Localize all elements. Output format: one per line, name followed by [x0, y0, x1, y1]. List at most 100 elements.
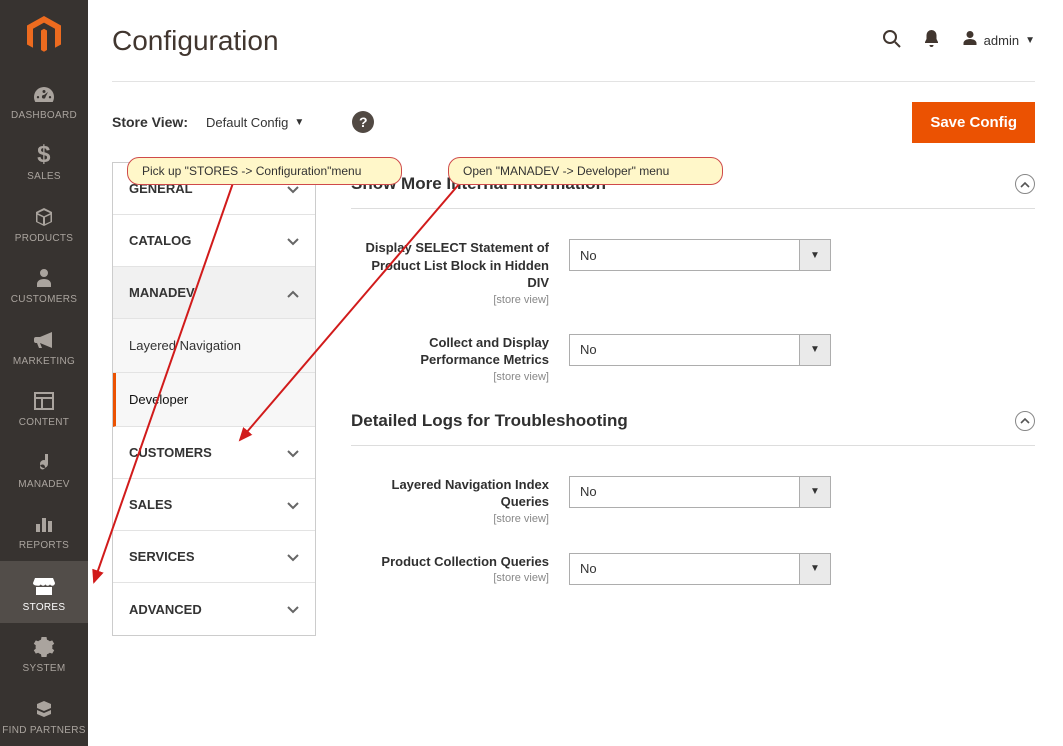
nav-label: FIND PARTNERS — [2, 725, 86, 736]
nav-label: DASHBOARD — [11, 110, 77, 121]
field-scope: [store view] — [351, 513, 549, 525]
user-label: admin — [984, 33, 1019, 48]
help-icon[interactable]: ? — [352, 111, 374, 133]
tab-label: CUSTOMERS — [129, 445, 212, 460]
chevron-down-icon — [287, 497, 299, 513]
field-select[interactable]: No ▼ — [569, 476, 831, 508]
storeview-bar: Store View: Default Config ▼ ? Save Conf… — [112, 82, 1035, 162]
nav-dashboard[interactable]: DASHBOARD — [0, 69, 88, 131]
layout-icon — [33, 387, 55, 415]
config-sub-layered-navigation[interactable]: Layered Navigation — [113, 319, 315, 373]
field-scope: [store view] — [351, 572, 549, 584]
field-display-select-statement: Display SELECT Statement of Product List… — [351, 239, 1035, 306]
config-sub-manadev: Layered Navigation Developer — [113, 319, 315, 427]
select-value: No — [569, 476, 799, 508]
nav-label: MARKETING — [13, 356, 75, 367]
tab-label: MANADEV — [129, 285, 195, 300]
field-label: Layered Navigation Index Queries — [392, 477, 550, 510]
person-icon — [35, 264, 53, 292]
chevron-down-icon[interactable]: ▼ — [799, 553, 831, 585]
user-menu[interactable]: admin ▼ — [962, 30, 1035, 52]
chevron-down-icon — [287, 549, 299, 565]
search-icon[interactable] — [882, 29, 901, 53]
nav-find-partners[interactable]: FIND PARTNERS — [0, 684, 88, 746]
tab-label: SERVICES — [129, 549, 195, 564]
chevron-down-icon — [287, 445, 299, 461]
config-sub-developer[interactable]: Developer — [113, 373, 315, 427]
chevron-down-icon: ▼ — [1025, 35, 1035, 46]
section-title: Detailed Logs for Troubleshooting — [351, 411, 628, 431]
field-label: Collect and Display Performance Metrics — [420, 335, 549, 368]
field-select[interactable]: No ▼ — [569, 553, 831, 585]
chevron-down-icon[interactable]: ▼ — [799, 239, 831, 271]
nav-customers[interactable]: CUSTOMERS — [0, 254, 88, 316]
chevron-up-icon — [287, 285, 299, 301]
store-icon — [32, 572, 56, 600]
partners-icon — [33, 695, 55, 723]
nav-label: CONTENT — [19, 417, 69, 428]
note-icon — [35, 449, 53, 477]
nav-products[interactable]: PRODUCTS — [0, 192, 88, 254]
select-value: No — [569, 334, 799, 366]
field-collect-performance-metrics: Collect and Display Performance Metrics … — [351, 334, 1035, 383]
dollar-icon: $ — [37, 141, 51, 169]
user-icon — [962, 30, 978, 52]
collapse-icon — [1015, 411, 1035, 431]
notifications-icon[interactable] — [923, 29, 940, 53]
nav-marketing[interactable]: MARKETING — [0, 315, 88, 377]
tab-label: CATALOG — [129, 233, 191, 248]
config-tab-advanced[interactable]: ADVANCED — [113, 583, 315, 635]
gear-icon — [33, 633, 55, 661]
config-body: Show More Internal Information Display S… — [351, 162, 1035, 636]
chevron-down-icon[interactable]: ▼ — [799, 334, 831, 366]
nav-label: REPORTS — [19, 540, 69, 551]
nav-label: STORES — [23, 602, 66, 613]
config-tab-catalog[interactable]: CATALOG — [113, 215, 315, 267]
nav-label: SALES — [27, 171, 61, 182]
select-value: No — [569, 239, 799, 271]
nav-content[interactable]: CONTENT — [0, 377, 88, 439]
collapse-icon — [1015, 174, 1035, 194]
config-tab-manadev[interactable]: MANADEV — [113, 267, 315, 319]
nav-label: CUSTOMERS — [11, 294, 77, 305]
topbar: Configuration admin ▼ — [112, 0, 1035, 82]
nav-system[interactable]: SYSTEM — [0, 623, 88, 685]
save-config-button[interactable]: Save Config — [912, 102, 1035, 143]
chevron-down-icon[interactable]: ▼ — [799, 476, 831, 508]
nav-sales[interactable]: $ SALES — [0, 131, 88, 193]
annotation-callout-stores: Pick up "STORES -> Configuration"menu — [127, 157, 402, 185]
dashboard-icon — [32, 80, 56, 108]
section-detailed-logs[interactable]: Detailed Logs for Troubleshooting — [351, 411, 1035, 446]
field-product-collection-queries: Product Collection Queries [store view] … — [351, 553, 1035, 585]
field-select[interactable]: No ▼ — [569, 334, 831, 366]
chevron-down-icon — [287, 233, 299, 249]
admin-sidebar: DASHBOARD $ SALES PRODUCTS CUSTOMERS MAR… — [0, 0, 88, 746]
bars-icon — [33, 510, 55, 538]
select-value: No — [569, 553, 799, 585]
config-nav: GENERAL CATALOG MANADEV Layered Navigati… — [112, 162, 316, 636]
config-tab-customers[interactable]: CUSTOMERS — [113, 427, 315, 479]
nav-label: PRODUCTS — [15, 233, 74, 244]
nav-manadev[interactable]: MANADEV — [0, 438, 88, 500]
page-title: Configuration — [112, 25, 279, 57]
tab-label: ADVANCED — [129, 602, 202, 617]
field-scope: [store view] — [351, 371, 549, 383]
nav-label: SYSTEM — [23, 663, 66, 674]
config-tab-sales[interactable]: SALES — [113, 479, 315, 531]
field-select[interactable]: No ▼ — [569, 239, 831, 271]
nav-stores[interactable]: STORES — [0, 561, 88, 623]
config-tab-services[interactable]: SERVICES — [113, 531, 315, 583]
cube-icon — [33, 203, 55, 231]
annotation-callout-manadev: Open "MANADEV -> Developer" menu — [448, 157, 723, 185]
storeview-select[interactable]: Default Config ▼ — [206, 115, 304, 130]
tab-label: SALES — [129, 497, 172, 512]
storeview-value: Default Config — [206, 115, 288, 130]
nav-label: MANADEV — [18, 479, 70, 490]
chevron-down-icon: ▼ — [294, 117, 304, 128]
sub-label: Layered Navigation — [129, 338, 241, 353]
magento-logo[interactable] — [0, 0, 88, 69]
field-label: Display SELECT Statement of Product List… — [366, 240, 549, 290]
nav-reports[interactable]: REPORTS — [0, 500, 88, 562]
sub-label: Developer — [129, 392, 188, 407]
storeview-label: Store View: — [112, 114, 188, 130]
